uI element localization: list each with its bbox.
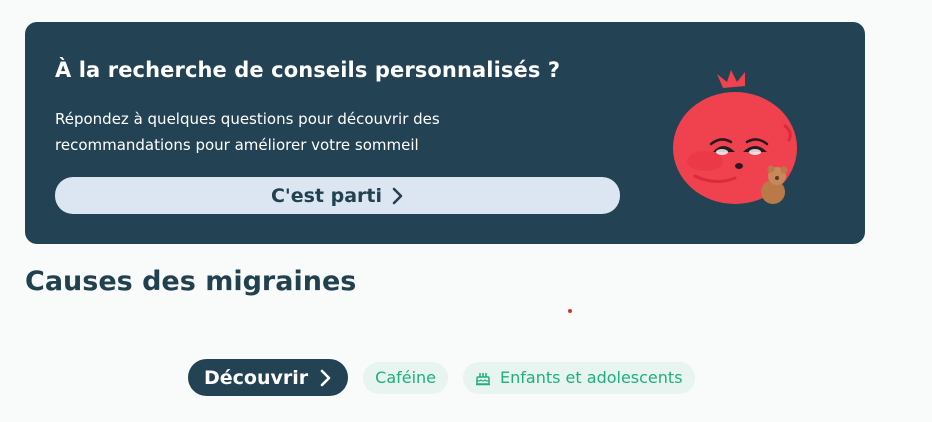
advice-banner: À la recherche de conseils personnalisés… (25, 22, 865, 244)
chip-enfants-adolescents[interactable]: Enfants et adolescents (463, 361, 695, 394)
chip-cafeine[interactable]: Caféine (363, 361, 449, 394)
section-title: Causes des migraines (25, 266, 357, 297)
banner-text: Répondez à quelques questions pour décou… (55, 110, 440, 154)
red-dot (568, 309, 572, 313)
start-button-label: C'est parti (270, 184, 383, 207)
chip-label: Enfants et adolescents (500, 368, 683, 387)
chip-label: Caféine (375, 368, 437, 387)
banner-title: À la recherche de conseils personnalisés… (55, 58, 561, 82)
start-button[interactable]: C'est parti (55, 177, 620, 214)
cake-icon (475, 370, 491, 386)
discover-button-label: Découvrir (204, 366, 309, 389)
chevron-right-icon (392, 187, 404, 205)
pomegranate-mascot-icon (665, 66, 815, 206)
chip-row: Découvrir Caféine Enfants et adolescents (188, 359, 695, 396)
discover-button[interactable]: Découvrir (188, 359, 349, 396)
chevron-right-icon (320, 369, 332, 387)
